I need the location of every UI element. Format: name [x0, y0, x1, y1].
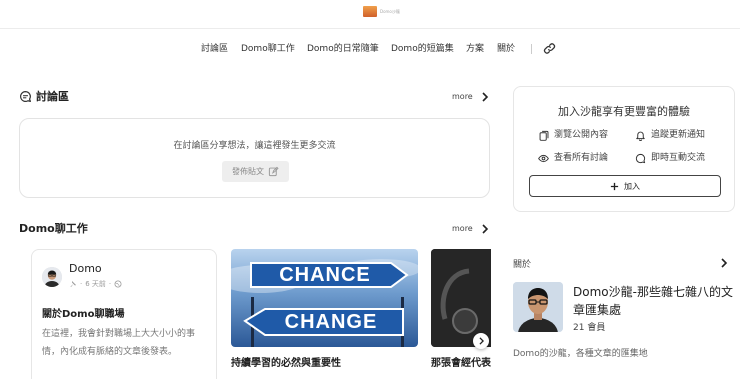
author-name[interactable]: Domo	[69, 262, 102, 275]
document-icon	[539, 130, 549, 141]
post-title[interactable]: 關於Domo聊職場	[42, 305, 124, 320]
sign-word-top: CHANCE	[279, 263, 371, 286]
sign-word-bottom: CHANGE	[284, 311, 378, 333]
perk-realtime: 即時互動交流	[635, 152, 705, 164]
top-bar: Domo沙龍	[0, 0, 740, 29]
chevron-right-icon[interactable]	[720, 258, 728, 268]
nav-item-plans[interactable]: 方案	[466, 41, 484, 57]
plus-icon	[610, 182, 619, 190]
post-excerpt: 在這裡，我會針對職場上大大小小的事情，內化成有脈絡的文章後發表。	[42, 329, 196, 357]
nav-item-work[interactable]: Domo聊工作	[241, 41, 295, 57]
join-salon-card: 加入沙龍享有更豐富的體驗 瀏覽公開內容 追蹤更新通知 查看所有討論 即時互動交流…	[513, 86, 735, 212]
post-time: 6 天前	[85, 280, 106, 288]
salon-avatar[interactable]	[513, 282, 563, 332]
discussion-title: 討論區	[36, 90, 69, 103]
salon-name[interactable]: Domo沙龍-那些雜七雜八的文章匯集處	[573, 283, 733, 319]
post-meta: · 6 天前 ·	[69, 279, 122, 289]
discussion-prompt: 在討論區分享想法，讓這裡發生更多交流	[173, 141, 336, 151]
chevron-right-icon[interactable]	[481, 224, 489, 234]
chevron-right-icon	[478, 337, 484, 345]
join-title: 加入沙龍享有更豐富的體驗	[558, 105, 690, 118]
pin-icon	[70, 281, 76, 287]
link-icon[interactable]	[543, 42, 556, 55]
nav-item-about[interactable]: 關於	[497, 41, 515, 57]
eye-icon	[538, 154, 549, 162]
chevron-right-icon[interactable]	[481, 92, 489, 102]
article-caption[interactable]: 持續學習的必然與重要性	[231, 354, 341, 369]
post-card[interactable]: Domo · 6 天前 · 關於Domo聊職場 在這裡，我會針對職場上大大小小的…	[31, 249, 217, 379]
carousel-next-button[interactable]	[473, 333, 489, 349]
discussion-more-link[interactable]: more	[452, 91, 473, 103]
perk-follow: 追蹤更新通知	[635, 129, 705, 141]
edit-icon	[268, 166, 279, 177]
nav-divider	[531, 44, 532, 54]
nav-item-discussion[interactable]: 討論區	[201, 41, 228, 57]
perk-view-discussions: 查看所有討論	[538, 152, 608, 164]
salon-logo[interactable]	[363, 6, 377, 17]
join-button[interactable]: 加入	[529, 175, 721, 197]
chat-icon	[20, 91, 31, 102]
work-title: Domo聊工作	[19, 222, 88, 235]
globe-icon	[114, 280, 122, 288]
work-more-link[interactable]: more	[452, 223, 473, 235]
nav-item-shorts[interactable]: Domo的短篇集	[391, 41, 454, 57]
member-count: 21 會員	[573, 323, 606, 333]
publish-post-label: 發佈貼文	[232, 167, 264, 176]
article-caption-2[interactable]: 那張會經代表的…	[431, 354, 491, 369]
article-image-card[interactable]: CHANCE CHANGE	[231, 249, 418, 347]
logo-text: Domo沙龍	[380, 9, 400, 14]
publish-post-button[interactable]: 發佈貼文	[222, 161, 289, 182]
nav-item-daily[interactable]: Domo的日常隨筆	[307, 41, 379, 57]
chat-icon	[635, 153, 646, 163]
join-button-label: 加入	[624, 181, 640, 191]
discussion-card: 在討論區分享想法，讓這裡發生更多交流 發佈貼文	[19, 118, 490, 198]
perk-browse: 瀏覽公開內容	[538, 129, 608, 141]
bell-icon	[636, 131, 645, 141]
main-nav: 討論區 Domo聊工作 Domo的日常隨筆 Domo的短篇集 方案 關於	[0, 41, 740, 57]
salon-description: Domo的沙龍，各種文章的匯集地	[513, 349, 648, 359]
about-label[interactable]: 關於	[513, 257, 531, 270]
author-avatar[interactable]	[42, 267, 62, 287]
